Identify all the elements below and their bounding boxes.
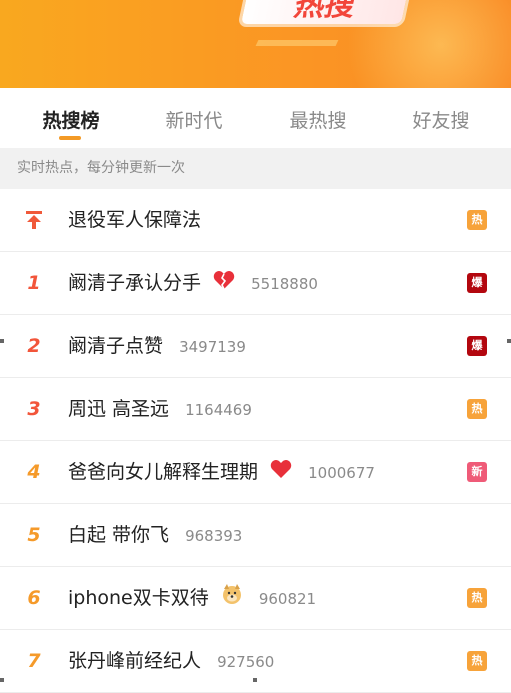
- tab-new-era[interactable]: 新时代: [144, 106, 244, 136]
- hot-badge: 热: [467, 210, 487, 230]
- banner-arrow-decoration: [241, 40, 339, 76]
- list-item[interactable]: 7 张丹峰前经纪人 927560 热: [0, 630, 511, 693]
- item-title: iphone双卡双待: [68, 587, 209, 609]
- tab-label: 好友搜: [412, 110, 470, 132]
- broken-heart-icon: [213, 253, 235, 315]
- realtime-subheader: 实时热点，每分钟更新一次: [0, 148, 511, 189]
- list-item[interactable]: 1 阚清子承认分手 5518880 爆: [0, 252, 511, 315]
- rank-number: 6: [27, 587, 41, 609]
- doge-emoji-icon: [221, 568, 243, 630]
- item-title: 白起 带你飞: [68, 524, 170, 546]
- tab-hottest[interactable]: 最热搜: [268, 106, 368, 136]
- list-item[interactable]: 2 阚清子点赞 3497139 爆: [0, 315, 511, 378]
- item-title: 阚清子承认分手: [68, 272, 202, 294]
- rank-number: 2: [27, 335, 41, 357]
- rank-number: 1: [27, 272, 41, 294]
- tab-bar: 热搜榜 新时代 最热搜 好友搜: [0, 88, 511, 148]
- search-count: 3497139: [179, 338, 246, 356]
- rank-number: 4: [27, 461, 41, 483]
- hot-badge: 热: [467, 399, 487, 419]
- tab-label: 热搜榜: [42, 110, 100, 132]
- hot-search-list: 退役军人保障法 热 1 阚清子承认分手 5518880 爆 2 阚清子点赞 34…: [0, 189, 511, 693]
- tab-label: 最热搜: [289, 110, 347, 132]
- item-title: 退役军人保障法: [68, 209, 202, 231]
- item-title: 阚清子点赞: [68, 335, 164, 357]
- item-title: 周迅 高圣远: [68, 398, 170, 420]
- item-title-row: 阚清子点赞 3497139: [68, 315, 246, 377]
- tab-hot-search-list[interactable]: 热搜榜: [21, 106, 121, 140]
- hot-badge: 热: [467, 588, 487, 608]
- search-count: 1164469: [185, 401, 252, 419]
- heart-icon: [270, 442, 292, 504]
- list-item[interactable]: 5 白起 带你飞 968393: [0, 504, 511, 567]
- item-title: 张丹峰前经纪人: [68, 650, 202, 672]
- crop-marker: [0, 339, 4, 343]
- rank-number: 5: [27, 524, 41, 546]
- item-title-row: 白起 带你飞 968393: [68, 504, 242, 566]
- tab-label: 新时代: [165, 110, 223, 132]
- item-title-row: 退役军人保障法: [68, 189, 201, 251]
- item-title-row: 周迅 高圣远 1164469: [68, 378, 252, 440]
- crop-marker: [507, 339, 511, 343]
- list-item[interactable]: 6 iphone双卡双待 960821 热: [0, 567, 511, 630]
- search-count: 968393: [185, 527, 243, 545]
- pinned-top-icon: [20, 189, 48, 251]
- list-item[interactable]: 退役军人保障法 热: [0, 189, 511, 252]
- item-title-row: 爸爸向女儿解释生理期 1000677: [68, 441, 375, 503]
- hot-badge: 热: [467, 651, 487, 671]
- search-count: 1000677: [308, 464, 375, 482]
- subheader-text: 实时热点，每分钟更新一次: [17, 160, 185, 176]
- search-count: 960821: [258, 590, 317, 608]
- active-tab-indicator: [59, 136, 81, 140]
- crop-marker: [0, 678, 4, 682]
- explode-badge: 爆: [467, 336, 487, 356]
- item-title: 爸爸向女儿解释生理期: [68, 461, 259, 483]
- rank-number: 7: [27, 650, 41, 672]
- list-item[interactable]: 4 爸爸向女儿解释生理期 1000677 新: [0, 441, 511, 504]
- explode-badge: 爆: [467, 273, 487, 293]
- list-item[interactable]: 3 周迅 高圣远 1164469 热: [0, 378, 511, 441]
- new-badge: 新: [467, 462, 487, 482]
- tab-friends-search[interactable]: 好友搜: [391, 106, 491, 136]
- search-count: 5518880: [251, 275, 318, 293]
- crop-marker: [253, 678, 257, 682]
- rank-number: 3: [27, 398, 41, 420]
- item-title-row: iphone双卡双待 960821: [68, 567, 316, 629]
- top-banner: 热搜: [0, 0, 511, 88]
- item-title-row: 张丹峰前经纪人 927560: [68, 630, 274, 692]
- banner-logo: 热搜: [240, 0, 410, 24]
- search-count: 927560: [217, 653, 275, 671]
- item-title-row: 阚清子承认分手 5518880: [68, 252, 318, 314]
